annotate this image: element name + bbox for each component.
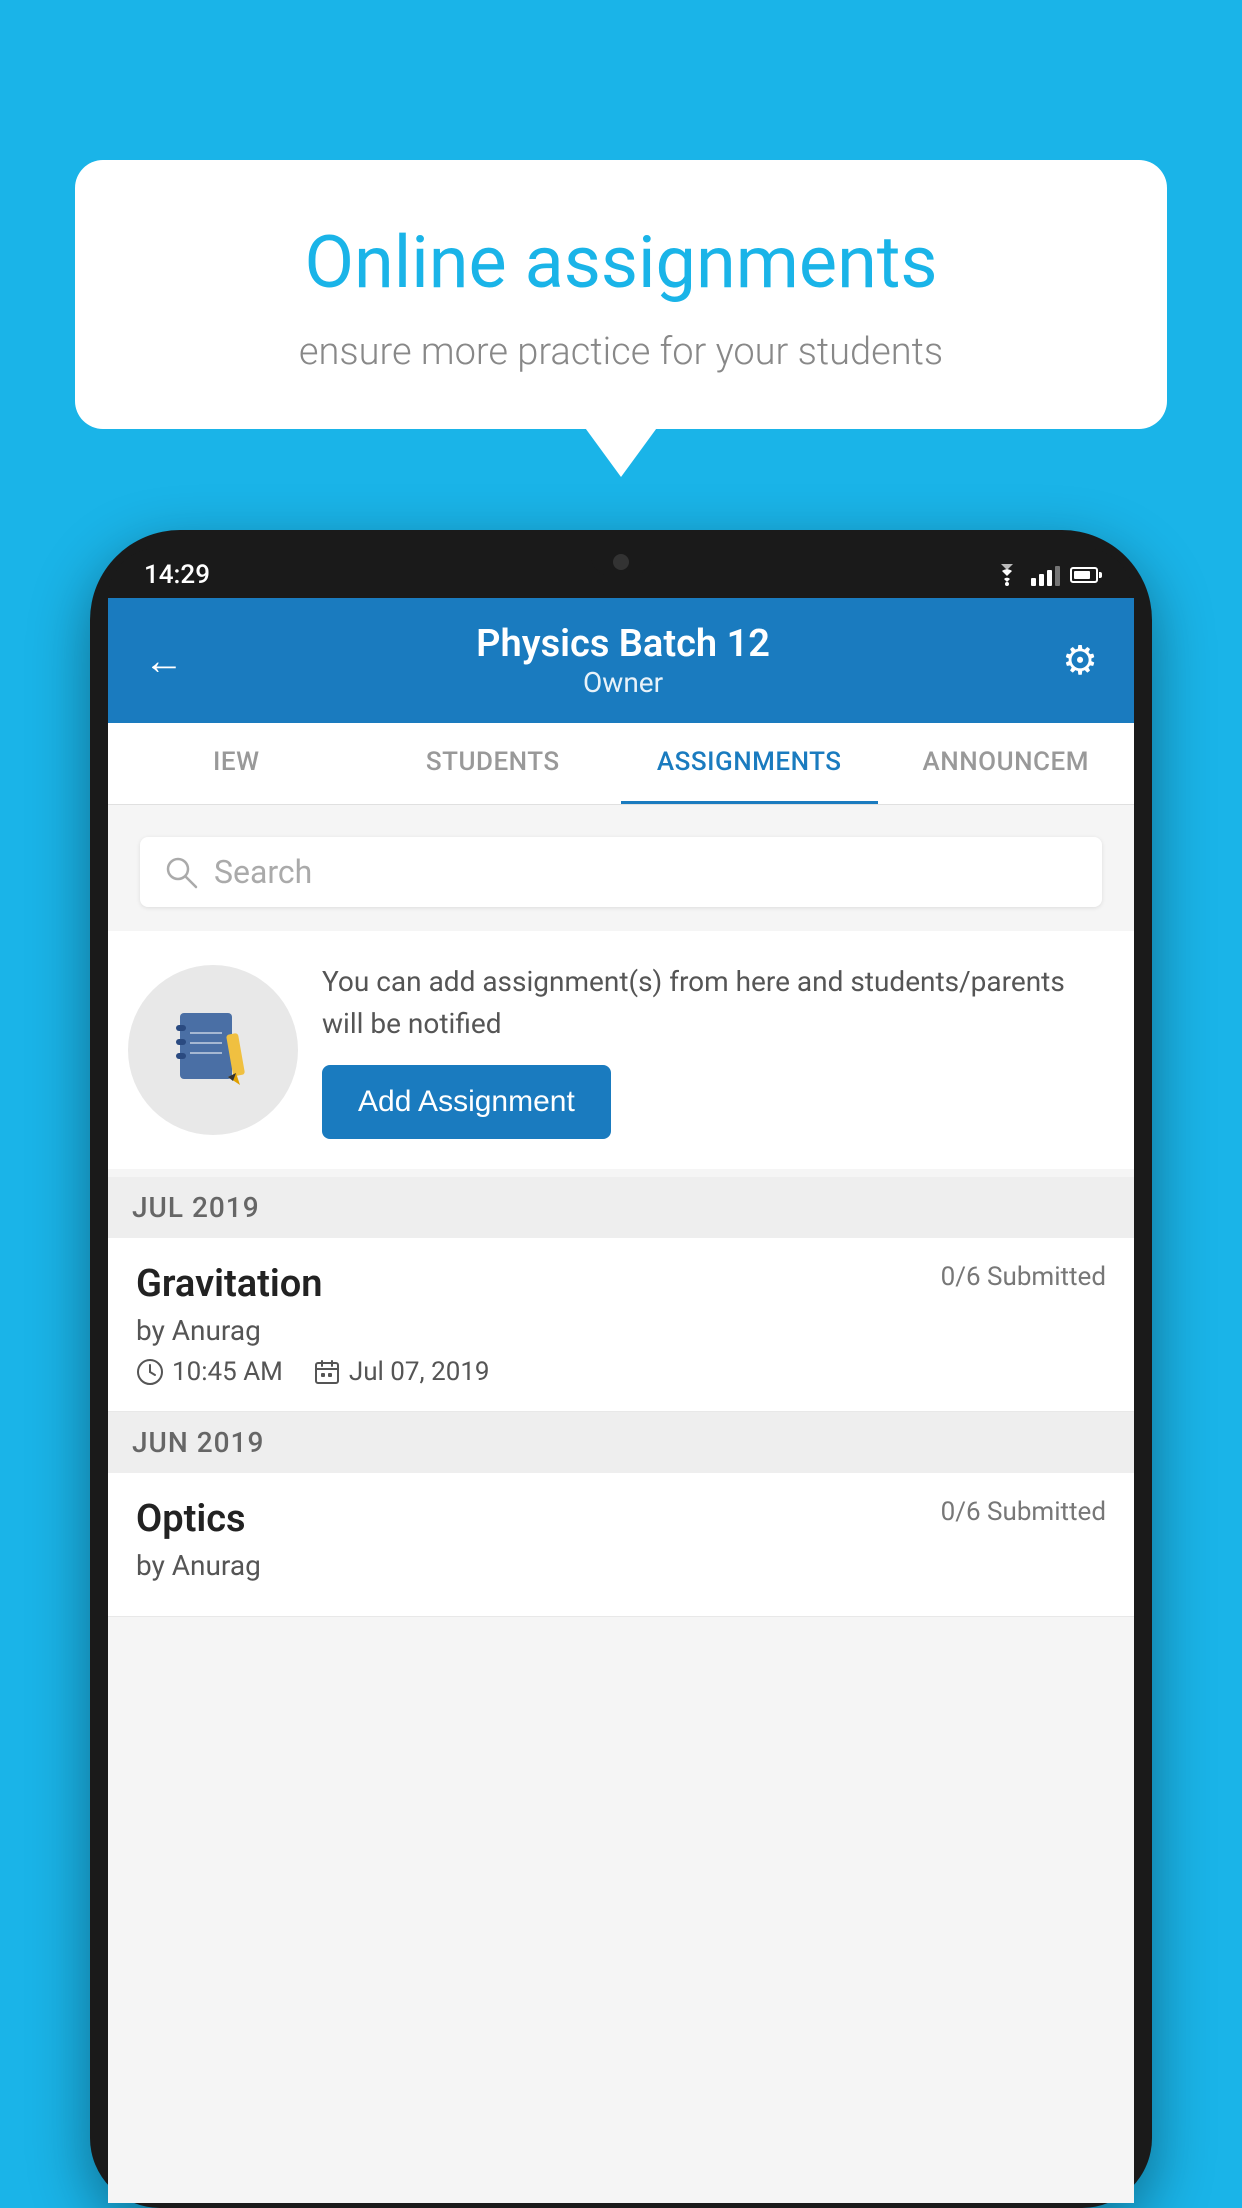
settings-icon[interactable]: ⚙	[1062, 637, 1098, 684]
promo-section: Online assignments ensure more practice …	[75, 160, 1167, 429]
header-center: Physics Batch 12 Owner	[476, 622, 770, 699]
calendar-icon	[313, 1358, 341, 1386]
app-screen: ← Physics Batch 12 Owner ⚙ IEW STUDENTS …	[108, 598, 1134, 2203]
clock-icon	[136, 1358, 164, 1386]
tab-announcements[interactable]: ANNOUNCEM	[878, 723, 1135, 804]
phone-time: 14:29	[144, 560, 210, 590]
assignment-optics-author: by Anurag	[136, 1549, 1106, 1582]
batch-title: Physics Batch 12	[476, 622, 770, 666]
assignment-optics-submitted: 0/6 Submitted	[941, 1497, 1106, 1527]
assignment-time: 10:45 AM	[172, 1357, 283, 1387]
section-jul-2019: JUL 2019	[108, 1177, 1134, 1238]
signal-icon	[1031, 564, 1060, 586]
back-button[interactable]: ←	[144, 637, 184, 684]
assignment-optics-name: Optics	[136, 1497, 246, 1541]
status-icons	[993, 564, 1098, 586]
wifi-icon	[993, 564, 1021, 586]
assignment-optics[interactable]: Optics 0/6 Submitted by Anurag	[108, 1473, 1134, 1617]
app-header: ← Physics Batch 12 Owner ⚙	[108, 598, 1134, 723]
section-jun-2019: JUN 2019	[108, 1412, 1134, 1473]
section-jul-label: JUL 2019	[132, 1191, 260, 1224]
promo-title: Online assignments	[145, 220, 1097, 306]
assignment-gravitation-submitted: 0/6 Submitted	[941, 1262, 1106, 1292]
tab-iew[interactable]: IEW	[108, 723, 365, 804]
assignment-gravitation-author: by Anurag	[136, 1314, 1106, 1347]
status-bar: 14:29	[108, 548, 1134, 598]
search-bar[interactable]: Search	[140, 837, 1102, 907]
search-icon	[164, 855, 198, 889]
speech-bubble: Online assignments ensure more practice …	[75, 160, 1167, 429]
section-jun-label: JUN 2019	[132, 1426, 264, 1459]
tab-students[interactable]: STUDENTS	[365, 723, 622, 804]
assignment-gravitation[interactable]: Gravitation 0/6 Submitted by Anurag 10:4…	[108, 1238, 1134, 1412]
assignment-date: Jul 07, 2019	[349, 1357, 490, 1387]
assignment-icon-circle	[128, 965, 298, 1135]
notebook-icon	[168, 1005, 258, 1095]
tab-bar: IEW STUDENTS ASSIGNMENTS ANNOUNCEM	[108, 723, 1134, 805]
assignment-gravitation-meta: 10:45 AM Jul 07, 2019	[136, 1357, 1106, 1387]
empty-description: You can add assignment(s) from here and …	[322, 961, 1104, 1045]
search-placeholder: Search	[214, 853, 312, 891]
add-assignment-button[interactable]: Add Assignment	[322, 1065, 611, 1139]
empty-text-section: You can add assignment(s) from here and …	[322, 961, 1104, 1139]
owner-label: Owner	[476, 666, 770, 699]
phone-mockup: 14:29	[90, 530, 1152, 2208]
tab-assignments[interactable]: ASSIGNMENTS	[621, 723, 878, 804]
battery-icon	[1070, 567, 1098, 583]
phone-notch	[591, 548, 651, 576]
promo-subtitle: ensure more practice for your students	[145, 330, 1097, 374]
empty-state-section: You can add assignment(s) from here and …	[108, 931, 1134, 1169]
assignment-gravitation-name: Gravitation	[136, 1262, 323, 1306]
camera-dot	[613, 554, 629, 570]
